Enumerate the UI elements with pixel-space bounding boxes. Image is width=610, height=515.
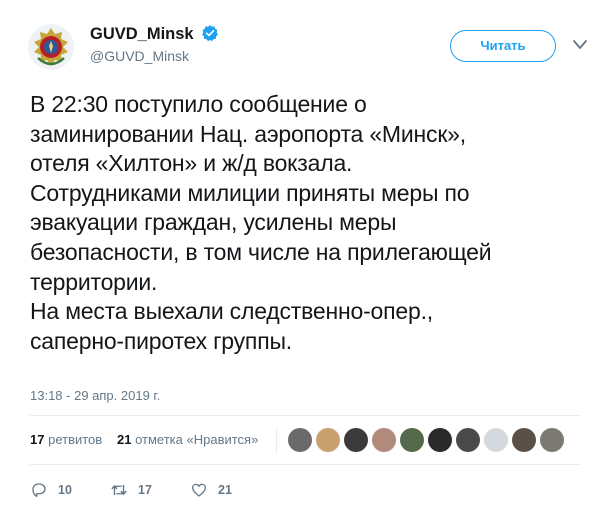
follow-button[interactable]: Читать xyxy=(450,30,556,62)
retweets-count: 17 xyxy=(30,432,45,447)
verified-badge-icon xyxy=(202,25,219,42)
avatar[interactable] xyxy=(28,24,74,70)
like-button[interactable]: 21 xyxy=(190,478,232,502)
liker-avatar[interactable] xyxy=(512,428,536,452)
heart-icon xyxy=(191,483,207,497)
police-emblem-icon xyxy=(28,24,74,70)
retweet-icon xyxy=(111,484,127,496)
like-count: 21 xyxy=(218,483,232,497)
tweet-text-line: территории. xyxy=(30,268,158,295)
tweet-text-line: заминировании Нац. аэропорта «Минск», xyxy=(30,120,466,147)
divider xyxy=(30,464,580,465)
retweets-label: ретвитов xyxy=(48,432,103,447)
tweet-stats: 17 ретвитов 21 отметка «Нравится» xyxy=(30,426,590,456)
display-name[interactable]: GUVD_Minsk xyxy=(90,24,194,44)
tweet-timestamp[interactable]: 13:18 - 29 апр. 2019 г. xyxy=(30,388,160,403)
tweet-text-line: На места выехали следственно-опер., xyxy=(30,298,433,325)
liker-avatar[interactable] xyxy=(372,428,396,452)
reply-icon xyxy=(32,483,46,498)
liker-avatar[interactable] xyxy=(288,428,312,452)
tweet-text-line: безопасности, в том числе на прилегающей xyxy=(30,238,492,265)
author-names: GUVD_Minsk @GUVD_Minsk xyxy=(90,24,219,66)
chevron-down-icon[interactable] xyxy=(572,38,588,52)
liker-avatar[interactable] xyxy=(428,428,452,452)
likes-label: отметка «Нравится» xyxy=(135,432,259,447)
tweet-text-line: В 22:30 поступило сообщение о xyxy=(30,91,367,117)
author-handle[interactable]: @GUVD_Minsk xyxy=(90,46,219,66)
liker-avatar[interactable] xyxy=(456,428,480,452)
liker-avatar[interactable] xyxy=(400,428,424,452)
likes-count: 21 xyxy=(117,432,132,447)
liker-avatar[interactable] xyxy=(484,428,508,452)
tweet-text: В 22:30 поступило сообщение о заминирова… xyxy=(30,90,600,356)
reply-count: 10 xyxy=(58,483,72,497)
tweet-actions: 10 17 21 xyxy=(30,478,330,502)
tweet-header: GUVD_Minsk @GUVD_Minsk Читать xyxy=(22,14,594,72)
tweet-text-line: Сотрудниками милиции приняты меры по xyxy=(30,179,470,206)
liker-avatar[interactable] xyxy=(316,428,340,452)
tweet-text-line: отеля «Хилтон» и ж/д вокзала. xyxy=(30,150,353,177)
reply-button[interactable]: 10 xyxy=(30,478,72,502)
divider xyxy=(30,415,580,416)
liker-avatar[interactable] xyxy=(344,428,368,452)
retweets-stat[interactable]: 17 ретвитов xyxy=(30,432,102,447)
retweet-button[interactable]: 17 xyxy=(110,478,152,502)
likes-stat[interactable]: 21 отметка «Нравится» xyxy=(117,432,258,447)
liker-avatar[interactable] xyxy=(540,428,564,452)
retweet-count: 17 xyxy=(138,483,152,497)
stats-separator xyxy=(276,428,277,454)
tweet-text-line: саперно-пиротех группы. xyxy=(30,327,292,354)
tweet-text-line: эвакуации граждан, усилены меры xyxy=(30,209,397,236)
